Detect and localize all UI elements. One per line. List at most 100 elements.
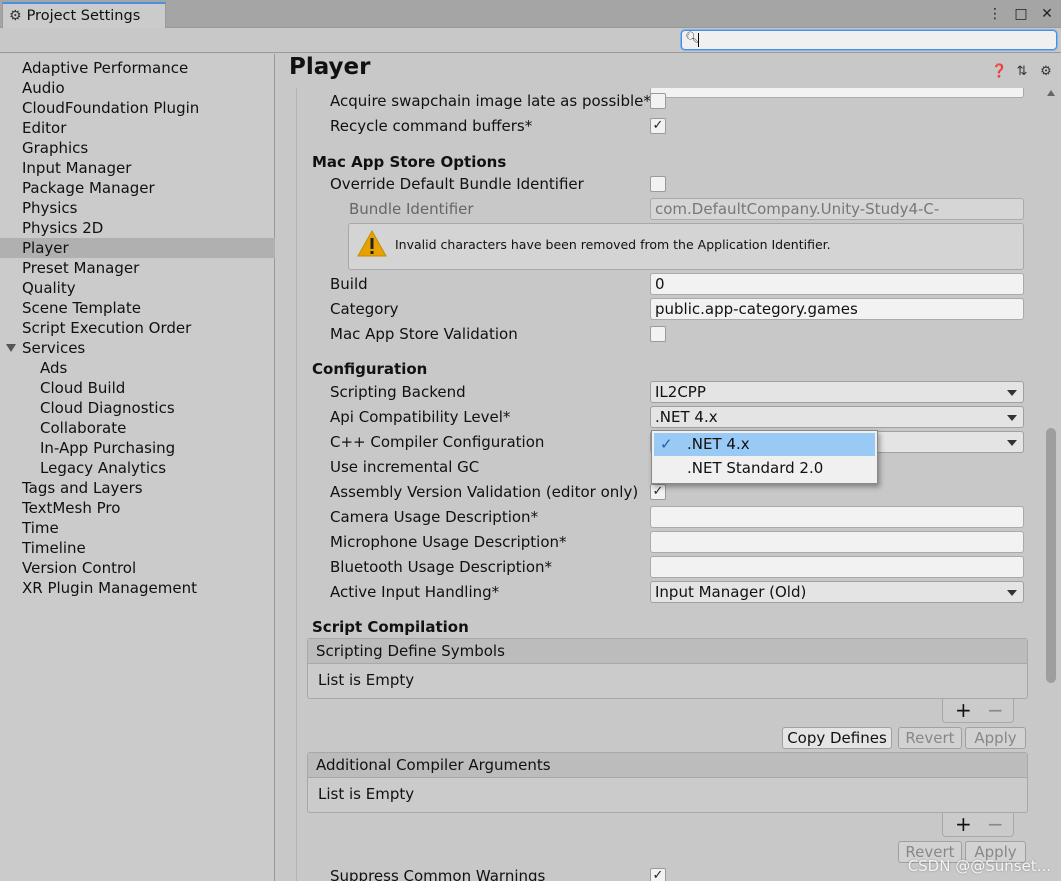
- add-icon[interactable]: +: [955, 699, 972, 721]
- project-settings-tab[interactable]: ⚙ Project Settings: [2, 2, 166, 28]
- popup-option-net-standard[interactable]: .NET Standard 2.0: [654, 457, 875, 480]
- sidebar-item-xr-plugin-management[interactable]: XR Plugin Management: [0, 578, 275, 598]
- scripting-backend-row: Scripting Backend IL2CPP: [297, 380, 1027, 405]
- bluetooth-usage-label: Bluetooth Usage Description*: [330, 558, 553, 576]
- list-header: Additional Compiler Arguments: [308, 753, 1027, 778]
- sidebar-item-preset-manager[interactable]: Preset Manager: [0, 258, 275, 278]
- recycle-cmd-row: Recycle command buffers* ✓: [297, 114, 1027, 139]
- api-level-popup-menu: ✓ .NET 4.x .NET Standard 2.0: [651, 430, 878, 484]
- input-handling-label: Active Input Handling*: [330, 583, 500, 601]
- copy-defines-button[interactable]: Copy Defines: [782, 727, 892, 749]
- category-field[interactable]: public.app-category.games: [650, 298, 1024, 320]
- recycle-cmd-label: Recycle command buffers*: [330, 117, 533, 135]
- sidebar-item-ads[interactable]: Ads: [0, 358, 275, 378]
- sidebar-item-editor[interactable]: Editor: [0, 118, 275, 138]
- sidebar-item-legacy-analytics[interactable]: Legacy Analytics: [0, 458, 275, 478]
- warning-box: Invalid characters have been removed fro…: [348, 223, 1024, 270]
- camera-usage-label: Camera Usage Description*: [330, 508, 539, 526]
- sidebar-item-adaptive-performance[interactable]: Adaptive Performance: [0, 58, 275, 78]
- override-bundle-checkbox[interactable]: [650, 176, 666, 192]
- remove-icon[interactable]: −: [987, 699, 1004, 721]
- sidebar-item-in-app-purchasing[interactable]: In-App Purchasing: [0, 438, 275, 458]
- help-icon[interactable]: ❓: [991, 64, 1007, 79]
- sidebar-item-textmesh-pro[interactable]: TextMesh Pro: [0, 498, 275, 518]
- dropdown-value: IL2CPP: [655, 383, 706, 401]
- build-label: Build: [330, 275, 368, 293]
- bundle-identifier-row: Bundle Identifier com.DefaultCompany.Uni…: [297, 197, 1027, 222]
- sidebar-item-version-control[interactable]: Version Control: [0, 558, 275, 578]
- warning-message: Invalid characters have been removed fro…: [395, 237, 831, 252]
- add-icon[interactable]: +: [955, 813, 972, 835]
- suppress-warnings-checkbox[interactable]: ✓: [650, 868, 666, 881]
- list-empty-label: List is Empty: [318, 785, 415, 803]
- scripting-backend-dropdown[interactable]: IL2CPP: [650, 381, 1024, 403]
- recycle-cmd-checkbox[interactable]: ✓: [650, 118, 666, 134]
- suppress-warnings-label: Suppress Common Warnings: [330, 867, 546, 881]
- list-empty-label: List is Empty: [318, 671, 415, 689]
- mac-validation-label: Mac App Store Validation: [330, 325, 518, 343]
- scroll-up-icon[interactable]: [1047, 90, 1055, 96]
- chevron-down-icon: [1007, 590, 1017, 596]
- sidebar-item-player[interactable]: Player: [0, 238, 275, 258]
- revert-button[interactable]: Revert: [898, 727, 962, 749]
- bluetooth-usage-row: Bluetooth Usage Description*: [297, 555, 1027, 580]
- acquire-swapchain-checkbox[interactable]: [650, 93, 666, 109]
- sidebar-item-package-manager[interactable]: Package Manager: [0, 178, 275, 198]
- scroll-thumb[interactable]: [1046, 428, 1056, 683]
- api-level-dropdown[interactable]: .NET 4.x: [650, 406, 1024, 428]
- mic-usage-row: Microphone Usage Description*: [297, 530, 1027, 555]
- dropdown-value: .NET 4.x: [655, 408, 718, 426]
- sidebar-item-timeline[interactable]: Timeline: [0, 538, 275, 558]
- sidebar-item-scene-template[interactable]: Scene Template: [0, 298, 275, 318]
- vertical-scrollbar[interactable]: [1044, 88, 1058, 881]
- popup-option-net4x[interactable]: ✓ .NET 4.x: [654, 433, 875, 456]
- maximize-icon[interactable]: □: [1013, 5, 1029, 23]
- sidebar-item-time[interactable]: Time: [0, 518, 275, 538]
- sidebar-item-collaborate[interactable]: Collaborate: [0, 418, 275, 438]
- input-handling-dropdown[interactable]: Input Manager (Old): [650, 581, 1024, 603]
- search-input[interactable]: 🔍︎: [681, 30, 1057, 50]
- sidebar-item-audio[interactable]: Audio: [0, 78, 275, 98]
- sidebar-item-script-execution-order[interactable]: Script Execution Order: [0, 318, 275, 338]
- sidebar-item-tags-and-layers[interactable]: Tags and Layers: [0, 478, 275, 498]
- sidebar-item-services[interactable]: Services: [0, 338, 275, 358]
- sidebar-item-cloudfoundation-plugin[interactable]: CloudFoundation Plugin: [0, 98, 275, 118]
- script-compilation-section[interactable]: Script Compilation: [312, 618, 469, 636]
- assembly-validation-checkbox[interactable]: ✓: [650, 484, 666, 500]
- sidebar-item-cloud-diagnostics[interactable]: Cloud Diagnostics: [0, 398, 275, 418]
- bundle-identifier-field: com.DefaultCompany.Unity-Study4-C-: [650, 198, 1024, 220]
- sidebar-item-physics[interactable]: Physics: [0, 198, 275, 218]
- build-row: Build 0: [297, 272, 1027, 297]
- acquire-swapchain-row: Acquire swapchain image late as possible…: [297, 89, 1027, 114]
- sidebar-item-physics-2d[interactable]: Physics 2D: [0, 218, 275, 238]
- player-settings-content: Acquire swapchain image late as possible…: [296, 88, 1040, 881]
- preset-icon[interactable]: ⇅: [1015, 64, 1029, 79]
- watermark: CSDN @@Sunset...: [907, 857, 1051, 875]
- sidebar-item-input-manager[interactable]: Input Manager: [0, 158, 275, 178]
- apply-button[interactable]: Apply: [965, 727, 1026, 749]
- sidebar-item-cloud-build[interactable]: Cloud Build: [0, 378, 275, 398]
- text-caret: [698, 33, 699, 47]
- sidebar-item-graphics[interactable]: Graphics: [0, 138, 275, 158]
- remove-icon[interactable]: −: [987, 813, 1004, 835]
- settings-icon[interactable]: ⚙: [1039, 64, 1053, 79]
- mic-usage-field[interactable]: [650, 531, 1024, 553]
- build-field[interactable]: 0: [650, 273, 1024, 295]
- list-add-remove: + −: [942, 813, 1014, 837]
- list-header: Scripting Define Symbols: [308, 639, 1027, 664]
- sidebar-item-quality[interactable]: Quality: [0, 278, 275, 298]
- dropdown-value: Input Manager (Old): [655, 583, 807, 601]
- configuration-section[interactable]: Configuration: [312, 360, 427, 378]
- mac-validation-row: Mac App Store Validation: [297, 322, 1027, 347]
- mac-validation-checkbox[interactable]: [650, 326, 666, 342]
- close-icon[interactable]: ✕: [1039, 5, 1055, 23]
- mac-app-store-section[interactable]: Mac App Store Options: [312, 153, 506, 171]
- more-options-icon[interactable]: ⋮: [987, 5, 1003, 23]
- bluetooth-usage-field[interactable]: [650, 556, 1024, 578]
- tab-title: Project Settings: [26, 8, 141, 24]
- camera-usage-field[interactable]: [650, 506, 1024, 528]
- list-add-remove: + −: [942, 699, 1014, 723]
- title-bar: ⚙ Project Settings ⋮ □ ✕: [0, 0, 1061, 28]
- compiler-args-list: Additional Compiler Arguments List is Em…: [307, 752, 1028, 813]
- gear-icon: ⚙: [9, 8, 22, 24]
